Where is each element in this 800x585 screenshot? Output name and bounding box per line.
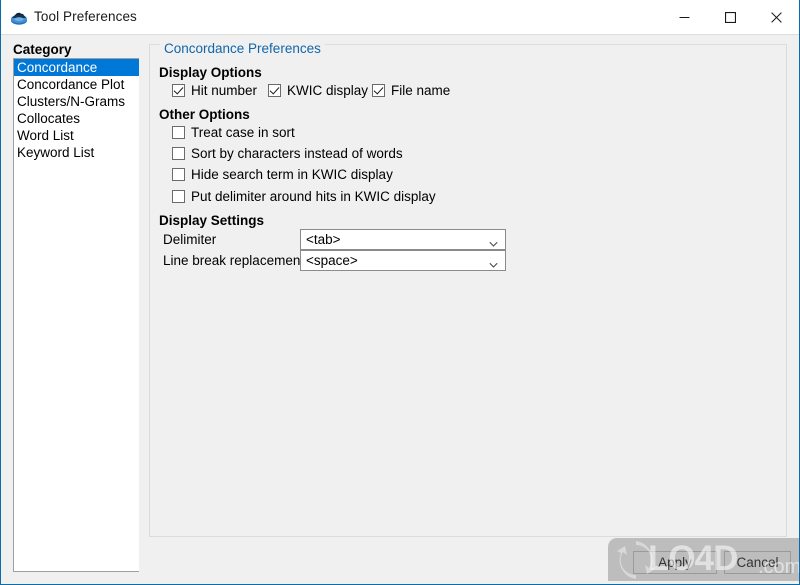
minimize-icon: [679, 16, 689, 18]
checkbox-hit-number-box[interactable]: [172, 84, 185, 97]
checkbox-file-name-box[interactable]: [372, 84, 385, 97]
minimize-button[interactable]: [661, 0, 707, 34]
close-button[interactable]: [753, 0, 799, 34]
checkbox-file-name-label: File name: [391, 83, 451, 98]
line-break-replacement-dropdown[interactable]: <space>: [300, 250, 506, 271]
checkbox-sort-by-characters[interactable]: Sort by characters instead of words: [172, 146, 403, 161]
checkbox-treat-case-in-sort-box[interactable]: [172, 126, 185, 139]
checkbox-treat-case-in-sort-label: Treat case in sort: [191, 125, 295, 140]
sidebar-item-clusters-ngrams[interactable]: Clusters/N-Grams: [14, 93, 139, 110]
delimiter-dropdown[interactable]: <tab>: [300, 229, 506, 250]
checkbox-hit-number[interactable]: Hit number: [172, 83, 257, 98]
bottom-strip: [1, 581, 799, 584]
maximize-icon: [724, 11, 736, 23]
sidebar-item-concordance[interactable]: Concordance: [14, 59, 139, 76]
tool-preferences-window: Tool Preferences Category Concordance Co…: [0, 0, 800, 585]
chevron-down-icon[interactable]: [489, 236, 498, 247]
delimiter-label: Delimiter: [163, 232, 217, 247]
category-heading: Category: [13, 42, 72, 57]
sidebar-item-concordance-plot[interactable]: Concordance Plot: [14, 76, 139, 93]
maximize-button[interactable]: [707, 0, 753, 34]
checkbox-hide-search-term[interactable]: Hide search term in KWIC display: [172, 167, 393, 182]
display-options-heading: Display Options: [159, 65, 262, 80]
checkbox-sort-by-characters-box[interactable]: [172, 147, 185, 160]
other-options-heading: Other Options: [159, 107, 250, 122]
delimiter-value: <tab>: [306, 232, 341, 247]
groupbox-legend: Concordance Preferences: [160, 41, 325, 56]
checkbox-put-delimiter-box[interactable]: [172, 190, 185, 203]
line-break-replacement-value: <space>: [306, 253, 358, 268]
checkbox-kwic-display[interactable]: KWIC display: [268, 83, 368, 98]
checkbox-put-delimiter[interactable]: Put delimiter around hits in KWIC displa…: [172, 189, 436, 204]
window-title: Tool Preferences: [34, 9, 137, 24]
checkbox-file-name[interactable]: File name: [372, 83, 450, 98]
category-listbox[interactable]: Concordance Concordance Plot Clusters/N-…: [13, 58, 139, 572]
line-break-replacement-label: Line break replacement: [163, 253, 305, 268]
sidebar-item-collocates[interactable]: Collocates: [14, 110, 139, 127]
sidebar-item-keyword-list[interactable]: Keyword List: [14, 144, 139, 161]
checkbox-sort-by-characters-label: Sort by characters instead of words: [191, 146, 403, 161]
close-icon: [770, 11, 782, 23]
apply-button[interactable]: Apply: [633, 551, 717, 574]
checkbox-kwic-display-box[interactable]: [268, 84, 281, 97]
sidebar-item-word-list[interactable]: Word List: [14, 127, 139, 144]
checkbox-hit-number-label: Hit number: [191, 83, 258, 98]
checkbox-kwic-display-label: KWIC display: [287, 83, 369, 98]
title-bar: Tool Preferences: [1, 0, 799, 35]
checkbox-hide-search-term-box[interactable]: [172, 168, 185, 181]
checkbox-put-delimiter-label: Put delimiter around hits in KWIC displa…: [191, 189, 436, 204]
cancel-button[interactable]: Cancel: [724, 551, 791, 574]
checkbox-hide-search-term-label: Hide search term in KWIC display: [191, 167, 393, 182]
app-icon: [10, 9, 28, 27]
display-settings-heading: Display Settings: [159, 213, 265, 228]
checkbox-treat-case-in-sort[interactable]: Treat case in sort: [172, 125, 295, 140]
chevron-down-icon[interactable]: [489, 257, 498, 268]
